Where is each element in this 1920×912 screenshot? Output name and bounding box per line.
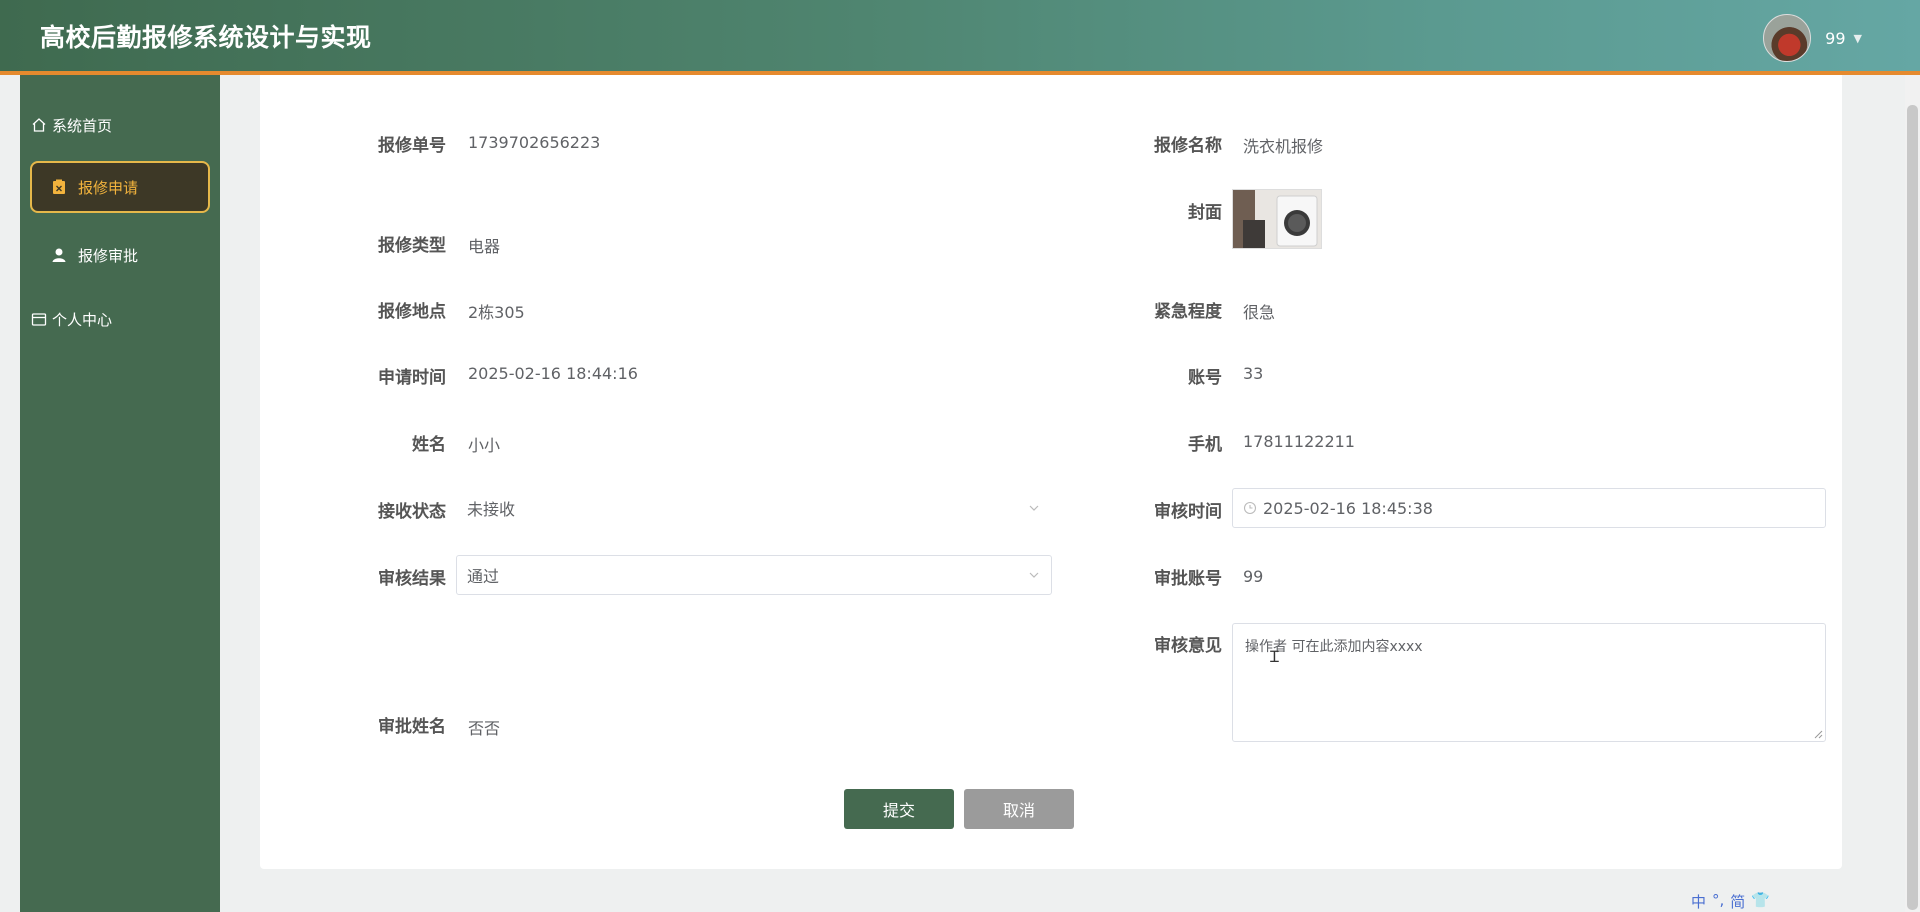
home-icon — [30, 116, 48, 134]
user-name[interactable]: 99 — [1825, 29, 1845, 48]
repair-type-label: 报修类型 — [378, 236, 446, 256]
sidebar-item-label: 个人中心 — [52, 310, 113, 329]
sidebar-item-label: 系统首页 — [52, 116, 113, 135]
chevron-down-icon — [1027, 501, 1041, 515]
review-time-picker[interactable]: 2025-02-16 18:45:38 — [1232, 488, 1826, 528]
review-result-select[interactable]: 通过 — [456, 555, 1052, 595]
chevron-down-icon — [1027, 568, 1041, 582]
wallet-icon — [30, 310, 48, 328]
submit-button[interactable]: 提交 — [844, 789, 954, 829]
cover-image[interactable] — [1232, 189, 1322, 249]
top-header: 高校后勤报修系统设计与实现 99 ▼ — [0, 0, 1920, 75]
sidebar-item-label: 报修审批 — [78, 246, 139, 265]
urgency-label: 紧急程度 — [1154, 302, 1222, 322]
avatar[interactable] — [1763, 14, 1812, 62]
ime-lang[interactable]: 中 — [1691, 891, 1706, 912]
ime-toolbar[interactable]: 中 °, 简 👕 — [1691, 891, 1770, 912]
repair-type-value: 电器 — [468, 237, 501, 256]
approver-account-value: 99 — [1243, 567, 1264, 586]
app-title: 高校后勤报修系统设计与实现 — [40, 23, 372, 52]
cover-label: 封面 — [1188, 203, 1222, 223]
approver-account-label: 审批账号 — [1154, 569, 1222, 589]
user-icon — [50, 246, 68, 264]
apply-time-label: 申请时间 — [378, 368, 446, 388]
location-label: 报修地点 — [378, 302, 446, 322]
review-opinion-textarea[interactable]: 操作者 可在此添加内容xxxx — [1232, 623, 1826, 742]
approver-name-value: 否否 — [468, 719, 501, 738]
receive-status-label: 接收状态 — [378, 502, 446, 522]
ime-simplified[interactable]: 简 — [1730, 891, 1745, 912]
user-menu[interactable]: 99 ▼ — [1763, 14, 1862, 62]
sidebar-item-profile[interactable]: 个人中心 — [30, 293, 210, 345]
phone-label: 手机 — [1188, 435, 1222, 455]
receive-status-select[interactable]: 未接收 — [456, 488, 1052, 528]
scrollbar-thumb[interactable] — [1907, 105, 1918, 910]
account-label: 账号 — [1188, 368, 1222, 388]
sidebar-item-repair-apply[interactable]: 报修申请 — [30, 161, 210, 213]
sidebar: 系统首页 报修申请 报修审批 个人中心 — [20, 75, 220, 912]
sidebar-item-repair-approve[interactable]: 报修审批 — [30, 229, 210, 281]
sidebar-item-home[interactable]: 系统首页 — [30, 99, 210, 151]
review-result-label: 审核结果 — [378, 569, 446, 589]
name-label: 姓名 — [412, 435, 446, 455]
sidebar-item-label: 报修申请 — [78, 178, 139, 197]
review-time-label: 审核时间 — [1154, 502, 1222, 522]
apply-time-value: 2025-02-16 18:44:16 — [468, 364, 638, 383]
text-cursor-icon: Ɪ — [1270, 647, 1279, 666]
receive-status-value: 未接收 — [467, 500, 516, 519]
repair-name-label: 报修名称 — [1154, 136, 1222, 156]
review-opinion-label: 审核意见 — [1154, 636, 1222, 656]
clock-icon — [1243, 501, 1257, 515]
cancel-button[interactable]: 取消 — [964, 789, 1074, 829]
account-value: 33 — [1243, 364, 1264, 383]
repair-no-label: 报修单号 — [378, 136, 446, 156]
repair-doc-icon — [50, 178, 68, 196]
approver-name-label: 审批姓名 — [378, 717, 446, 737]
location-value: 2栋305 — [468, 303, 525, 322]
review-time-value: 2025-02-16 18:45:38 — [1263, 498, 1433, 518]
phone-value: 17811122211 — [1243, 432, 1355, 451]
ime-skin-icon[interactable]: 👕 — [1751, 891, 1770, 912]
repair-name-value: 洗衣机报修 — [1243, 137, 1324, 156]
caret-down-icon[interactable]: ▼ — [1854, 32, 1862, 45]
urgency-value: 很急 — [1243, 303, 1276, 322]
form-panel — [260, 75, 1842, 869]
review-result-value: 通过 — [467, 567, 500, 586]
repair-no-value: 1739702656223 — [468, 133, 601, 152]
ime-punct[interactable]: °, — [1712, 891, 1724, 912]
resize-handle-icon[interactable] — [1813, 729, 1823, 739]
name-value: 小小 — [468, 436, 501, 455]
